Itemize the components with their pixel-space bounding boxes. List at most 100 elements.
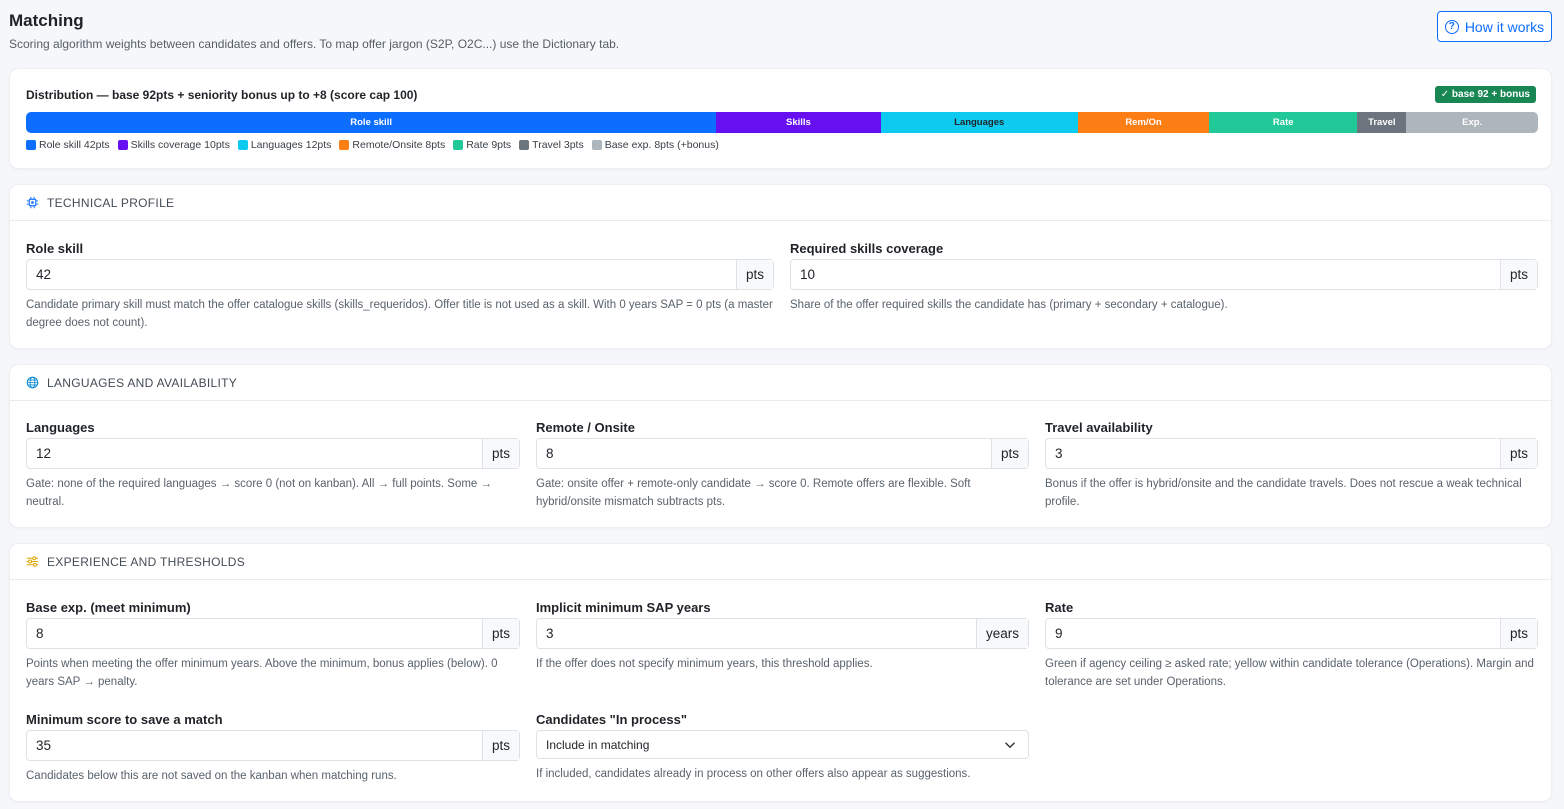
remote-onsite-field: Remote / Onsite 8 pts Gate: onsite offer… bbox=[536, 420, 1029, 520]
remote-onsite-input[interactable]: 8 bbox=[537, 439, 991, 468]
legend-label: Remote/Onsite 8pts bbox=[352, 139, 446, 151]
experience-thresholds-card: EXPERIENCE AND THRESHOLDS Base exp. (mee… bbox=[9, 543, 1552, 802]
travel-availability-field: Travel availability 3 pts Bonus if the o… bbox=[1045, 420, 1538, 520]
rate-field: Rate 9 pts Green if agency ceiling ≥ ask… bbox=[1045, 600, 1538, 700]
min-sap-years-field: Implicit minimum SAP years 3 years If th… bbox=[536, 600, 1029, 700]
distribution-title: Distribution — base 92pts + seniority bo… bbox=[26, 88, 418, 102]
min-score-input[interactable]: 35 bbox=[27, 731, 482, 760]
in-process-help: If included, candidates already in proce… bbox=[536, 768, 971, 780]
rate-input-group: 9 pts bbox=[1045, 618, 1538, 649]
section-title: EXPERIENCE AND THRESHOLDS bbox=[47, 554, 245, 569]
chevron-down-icon bbox=[1004, 739, 1016, 754]
legend-item: Languages 12pts bbox=[237, 139, 331, 151]
distribution-segment-travel: Travel bbox=[1357, 112, 1407, 133]
remote-onsite-label: Remote / Onsite bbox=[536, 420, 635, 435]
languages-availability-card: LANGUAGES AND AVAILABILITY Languages 12 … bbox=[9, 364, 1552, 528]
in-process-select[interactable]: Include in matching bbox=[536, 730, 1029, 759]
legend-label: Rate 9pts bbox=[466, 139, 512, 151]
section-header: TECHNICAL PROFILE bbox=[10, 185, 1551, 221]
base-exp-input[interactable]: 8 bbox=[27, 619, 482, 648]
min-sap-years-help: If the offer does not specify minimum ye… bbox=[536, 658, 873, 670]
min-sap-years-input[interactable]: 3 bbox=[537, 619, 976, 648]
skills-coverage-input[interactable]: 10 bbox=[791, 260, 1500, 289]
travel-availability-input[interactable]: 3 bbox=[1046, 439, 1500, 468]
distribution-segment-rate: Rate bbox=[1209, 112, 1358, 133]
min-score-unit: pts bbox=[481, 731, 519, 760]
languages-help: Gate: none of the required languages → s… bbox=[26, 478, 493, 508]
legend-label: Role skill 42pts bbox=[39, 139, 110, 151]
legend-item: Remote/Onsite 8pts bbox=[339, 139, 445, 151]
travel-availability-unit: pts bbox=[1499, 439, 1537, 468]
base-exp-field: Base exp. (meet minimum) 8 pts Points wh… bbox=[26, 600, 520, 700]
min-sap-years-unit: years bbox=[975, 619, 1028, 648]
skills-coverage-help: Share of the offer required skills the c… bbox=[790, 299, 1228, 311]
section-header: LANGUAGES AND AVAILABILITY bbox=[10, 365, 1551, 401]
travel-availability-help: Bonus if the offer is hybrid/onsite and … bbox=[1045, 478, 1522, 508]
legend-swatch bbox=[339, 140, 350, 150]
languages-input[interactable]: 12 bbox=[27, 439, 482, 468]
distribution-segment-role-skill: Role skill bbox=[26, 112, 717, 133]
legend-swatch bbox=[519, 140, 530, 150]
distribution-card: Distribution — base 92pts + seniority bo… bbox=[9, 68, 1552, 169]
technical-profile-card: TECHNICAL PROFILE Role skill 42 pts Cand… bbox=[9, 184, 1552, 349]
section-header: EXPERIENCE AND THRESHOLDS bbox=[10, 544, 1551, 580]
page-subtitle: Scoring algorithm weights between candid… bbox=[9, 37, 620, 51]
rate-label: Rate bbox=[1045, 600, 1074, 615]
base-exp-label: Base exp. (meet minimum) bbox=[26, 600, 191, 615]
rate-help: Green if agency ceiling ≥ asked rate; ye… bbox=[1045, 658, 1534, 688]
cpu-icon bbox=[26, 196, 39, 209]
distribution-badge: ✓ base 92 + bonus bbox=[1434, 86, 1536, 103]
question-circle-icon: ? bbox=[1444, 19, 1459, 34]
how-it-works-button[interactable]: ? How it works bbox=[1437, 11, 1552, 42]
min-score-label: Minimum score to save a match bbox=[26, 712, 223, 727]
distribution-segment-exp: Exp. bbox=[1406, 112, 1538, 133]
legend-item: Role skill 42pts bbox=[26, 139, 110, 151]
legend-item: Base exp. 8pts (+bonus) bbox=[591, 139, 719, 151]
remote-onsite-help: Gate: onsite offer + remote-only candida… bbox=[536, 478, 971, 508]
globe-icon bbox=[26, 376, 39, 389]
role-skill-input[interactable]: 42 bbox=[27, 260, 736, 289]
travel-availability-label: Travel availability bbox=[1045, 420, 1153, 435]
role-skill-field: Role skill 42 pts Candidate primary skil… bbox=[26, 241, 774, 341]
in-process-field: Candidates "In process" Include in match… bbox=[536, 712, 1029, 792]
legend-swatch bbox=[117, 140, 128, 150]
role-skill-unit: pts bbox=[735, 260, 773, 289]
legend-swatch bbox=[26, 140, 36, 150]
base-exp-input-group: 8 pts bbox=[26, 618, 520, 649]
legend-label: Skills coverage 10pts bbox=[130, 139, 230, 151]
skills-coverage-unit: pts bbox=[1499, 260, 1537, 289]
base-exp-unit: pts bbox=[481, 619, 519, 648]
distribution-segment-rem-on: Rem/On bbox=[1077, 112, 1210, 133]
rate-input[interactable]: 9 bbox=[1046, 619, 1500, 648]
min-score-help: Candidates below this are not saved on t… bbox=[26, 770, 397, 782]
legend-label: Travel 3pts bbox=[532, 139, 584, 151]
in-process-selected: Include in matching bbox=[546, 737, 650, 752]
min-sap-years-input-group: 3 years bbox=[536, 618, 1029, 649]
rate-unit: pts bbox=[1499, 619, 1537, 648]
role-skill-help: Candidate primary skill must match the o… bbox=[26, 299, 773, 329]
remote-onsite-input-group: 8 pts bbox=[536, 438, 1029, 469]
min-score-field: Minimum score to save a match 35 pts Can… bbox=[26, 712, 520, 792]
legend-swatch bbox=[237, 140, 248, 150]
distribution-segment-skills: Skills bbox=[716, 112, 881, 133]
min-score-input-group: 35 pts bbox=[26, 730, 520, 761]
skills-coverage-label: Required skills coverage bbox=[790, 241, 944, 256]
role-skill-input-group: 42 pts bbox=[26, 259, 774, 290]
base-exp-help: Points when meeting the offer minimum ye… bbox=[26, 658, 498, 688]
distribution-legend: Role skill 42pts Skills coverage 10pts Lan… bbox=[26, 139, 719, 151]
legend-swatch bbox=[453, 140, 464, 150]
remote-onsite-unit: pts bbox=[990, 439, 1028, 468]
legend-label: Base exp. 8pts (+bonus) bbox=[604, 139, 719, 151]
languages-input-group: 12 pts bbox=[26, 438, 520, 469]
distribution-bar: Role skill Skills Languages Rem/On Rate Trave… bbox=[26, 112, 1538, 133]
travel-availability-input-group: 3 pts bbox=[1045, 438, 1538, 469]
sliders-icon bbox=[26, 555, 39, 568]
page-title: Matching bbox=[9, 11, 84, 30]
min-sap-years-label: Implicit minimum SAP years bbox=[536, 600, 711, 615]
legend-item: Rate 9pts bbox=[453, 139, 511, 151]
role-skill-label: Role skill bbox=[26, 241, 84, 256]
languages-unit: pts bbox=[481, 439, 519, 468]
languages-label: Languages bbox=[26, 420, 95, 435]
languages-field: Languages 12 pts Gate: none of the requi… bbox=[26, 420, 520, 520]
skills-coverage-field: Required skills coverage 10 pts Share of… bbox=[790, 241, 1538, 341]
